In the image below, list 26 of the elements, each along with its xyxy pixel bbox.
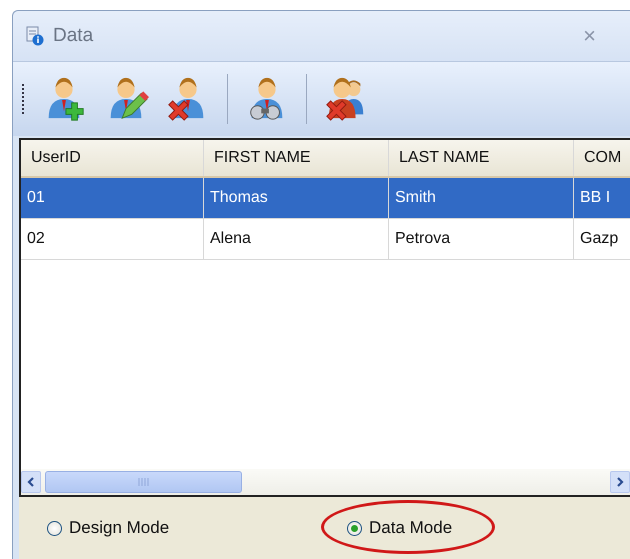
table-cell: Thomas [204, 178, 389, 218]
mode-radio[interactable]: Design Mode [47, 518, 170, 538]
table-cell: 02 [21, 219, 204, 259]
column-header[interactable]: UserID [21, 140, 204, 176]
table-cell: Smith [389, 178, 574, 218]
scrollbar-thumb[interactable] [45, 471, 242, 493]
column-header[interactable]: FIRST NAME [204, 140, 389, 176]
window-title: Data [53, 25, 94, 47]
table-cell-text: BB I [579, 188, 612, 208]
table-cell: 01 [21, 178, 204, 218]
chevron-left-icon [26, 477, 36, 487]
table-cell: Alena [204, 219, 389, 259]
table-row[interactable]: 01 Thomas Smith BB I [21, 178, 630, 219]
scroll-left-button[interactable] [21, 471, 41, 493]
scroll-right-button[interactable] [610, 471, 630, 493]
column-header[interactable]: COM [574, 140, 630, 176]
chevron-right-icon [615, 477, 625, 487]
grip-lines-icon [138, 478, 150, 486]
mode-radio[interactable]: Data Mode [347, 518, 452, 538]
info-document-icon [25, 26, 45, 46]
table-cell-text: Gazp [579, 229, 620, 249]
table-cell: Petrova [389, 219, 574, 259]
column-header[interactable]: LAST NAME [389, 140, 574, 176]
table-row[interactable]: 02 Alena Petrova Gazp [21, 219, 630, 260]
horizontal-scrollbar[interactable] [21, 469, 630, 495]
grip-handle-icon[interactable] [21, 84, 25, 114]
